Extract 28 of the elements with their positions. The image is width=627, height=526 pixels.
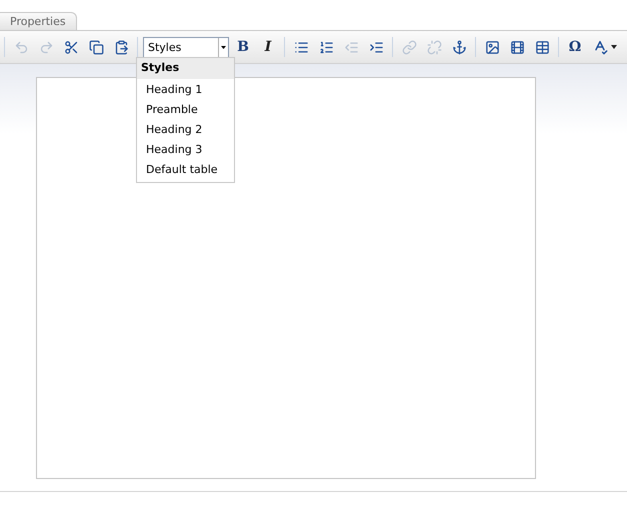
menu-item[interactable]: Preamble	[137, 99, 234, 119]
italic-button[interactable]: I	[257, 36, 279, 58]
menu-item[interactable]: Heading 1	[137, 79, 234, 99]
paste-icon	[114, 40, 128, 54]
scissors-icon	[64, 40, 78, 54]
bullet-list-icon	[294, 40, 308, 54]
menu-item[interactable]: Heading 2	[137, 119, 234, 139]
indent-icon	[368, 40, 384, 54]
link-icon	[402, 40, 416, 54]
table-icon	[534, 40, 550, 54]
unlink-icon	[426, 40, 442, 54]
anchor-icon	[452, 40, 466, 54]
numbered-list-icon	[318, 40, 334, 54]
caret-icon	[610, 45, 616, 49]
special-character-button[interactable]: Ω	[564, 36, 586, 58]
menu-item[interactable]: Default table	[137, 159, 234, 179]
film-icon	[510, 40, 524, 54]
menu-title: Styles	[137, 58, 234, 79]
image-icon	[484, 40, 500, 54]
properties-tab[interactable]: Properties	[0, 12, 77, 30]
menu-item[interactable]: Heading 3	[137, 139, 234, 159]
outdent-icon	[344, 40, 358, 54]
styles-select[interactable]: Styles	[143, 36, 229, 58]
redo-icon	[38, 40, 54, 54]
copy-icon	[88, 40, 104, 54]
bold-button[interactable]: B	[232, 36, 254, 58]
caret-icon	[221, 46, 226, 48]
undo-icon	[14, 40, 28, 54]
